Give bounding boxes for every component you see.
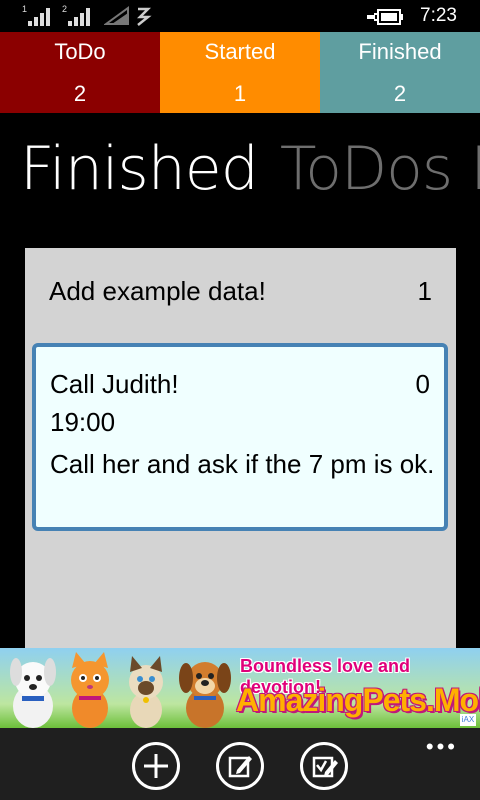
counter-todo[interactable]: ToDo 2 [0,32,160,113]
list-item-selected[interactable]: Call Judith! 0 19:00 Call her and ask if… [32,343,448,531]
counter-todo-count: 2 [73,81,87,106]
item-number: 0 [415,369,430,399]
add-icon [144,754,168,778]
sim1-label: 1 [22,4,28,14]
siamese-cat-cartoon-image [129,656,163,728]
item-time: 19:00 [50,407,116,437]
item-number: 1 [417,276,432,306]
finish-edit-button[interactable] [300,742,348,790]
edit-button[interactable] [216,742,264,790]
app-bar: ••• [0,728,480,800]
cat-cartoon-image [71,652,109,728]
ad-banner[interactable]: Boundless love and devotion! AmazingPets… [0,648,480,728]
finished-list: Add example data! 1 Call Judith! 0 19:00… [25,248,456,648]
counter-todo-label: ToDo [54,39,106,64]
status-counters: ToDo 2 Started 1 Finished 2 [0,32,480,113]
item-description: Call her and ask if the 7 pm is ok. [50,449,435,479]
more-menu-button[interactable]: ••• [426,734,458,760]
pivot-tab-todos[interactable]: ToDos I [280,134,480,204]
counter-started-label: Started [204,39,276,64]
counter-finished[interactable]: Finished 2 [320,32,480,113]
edit-icon [228,756,252,778]
ad-choices-badge[interactable]: iAX [460,714,476,726]
signal-strength-sim2-icon: 2 [62,4,92,26]
counter-started[interactable]: Started 1 [160,32,320,113]
ad-brand: AmazingPets.Mobi [236,682,480,718]
status-bar: 1 2 7:23 [0,0,480,32]
status-clock: 7:23 [420,5,457,26]
list-item[interactable]: Add example data! 1 [25,276,456,316]
pivot-tab-finished[interactable]: Finished [20,134,259,204]
wifi-icon [102,6,130,26]
add-button[interactable] [132,742,180,790]
brown-dog-cartoon-image [179,662,231,728]
sim2-label: 2 [62,4,68,14]
counter-started-count: 1 [233,81,247,106]
item-title: Add example data! [49,276,266,306]
counter-finished-count: 2 [393,81,407,106]
check-edit-icon [312,756,338,778]
signal-strength-sim1-icon: 1 [22,4,52,26]
pivot-header: Finished ToDos I [20,134,480,214]
item-title: Call Judith! [50,369,179,399]
counter-finished-label: Finished [358,39,442,64]
dog-cartoon-image [10,658,56,728]
battery-charging-icon [366,8,406,26]
data-connection-icon [132,5,154,27]
